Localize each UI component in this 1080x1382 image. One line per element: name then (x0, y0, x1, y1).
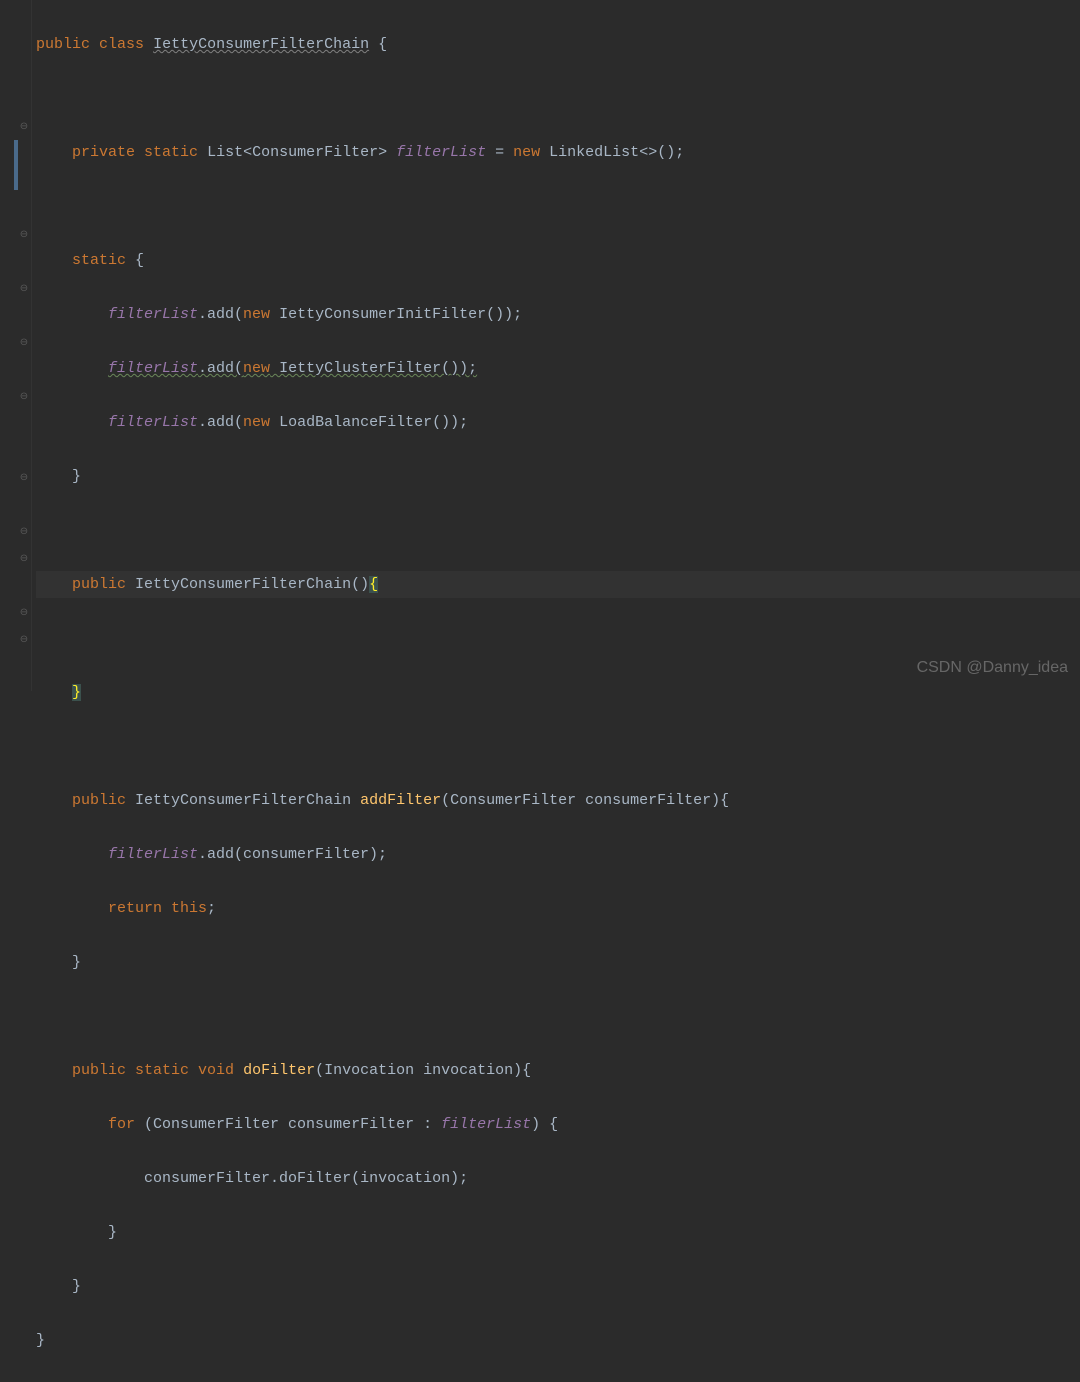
code-line-active[interactable]: public IettyConsumerFilterChain(){ (36, 571, 1080, 598)
fold-icon[interactable]: ⊖ (19, 230, 29, 240)
code-line[interactable]: filterList.add(new IettyClusterFilter())… (36, 355, 1080, 382)
watermark: CSDN @Danny_idea (917, 654, 1068, 681)
code-line[interactable]: filterList.add(consumerFilter); (36, 841, 1080, 868)
code-line[interactable]: consumerFilter.doFilter(invocation); (36, 1165, 1080, 1192)
code-content[interactable]: public class IettyConsumerFilterChain { … (32, 0, 1080, 691)
code-line[interactable]: public static void doFilter(Invocation i… (36, 1057, 1080, 1084)
fold-icon[interactable]: ⊖ (19, 284, 29, 294)
fold-icon[interactable]: ⊖ (19, 635, 29, 645)
code-line[interactable]: public IettyConsumerFilterChain addFilte… (36, 787, 1080, 814)
fold-icon[interactable]: ⊖ (19, 392, 29, 402)
code-line[interactable]: filterList.add(new LoadBalanceFilter()); (36, 409, 1080, 436)
code-line[interactable]: private static List<ConsumerFilter> filt… (36, 139, 1080, 166)
code-line[interactable]: } (36, 679, 1080, 706)
code-line[interactable]: for (ConsumerFilter consumerFilter : fil… (36, 1111, 1080, 1138)
fold-icon[interactable]: ⊖ (19, 473, 29, 483)
fold-icon[interactable]: ⊖ (19, 527, 29, 537)
code-line[interactable]: } (36, 1219, 1080, 1246)
fold-icon[interactable]: ⊖ (19, 554, 29, 564)
change-marker (14, 140, 18, 190)
code-line[interactable]: public class IettyConsumerFilterChain { (36, 31, 1080, 58)
code-line[interactable] (36, 517, 1080, 544)
fold-icon[interactable]: ⊖ (19, 608, 29, 618)
code-line[interactable] (36, 733, 1080, 760)
code-line[interactable]: return this; (36, 895, 1080, 922)
code-line[interactable] (36, 625, 1080, 652)
editor-gutter: ⊖ ⊖ ⊖ ⊖ ⊖ ⊖ ⊖ ⊖ ⊖ ⊖ (0, 0, 32, 691)
code-line[interactable]: filterList.add(new IettyConsumerInitFilt… (36, 301, 1080, 328)
code-line[interactable]: } (36, 463, 1080, 490)
code-line[interactable]: static { (36, 247, 1080, 274)
fold-icon[interactable]: ⊖ (19, 122, 29, 132)
code-editor[interactable]: ⊖ ⊖ ⊖ ⊖ ⊖ ⊖ ⊖ ⊖ ⊖ ⊖ public class IettyCo… (0, 0, 1080, 691)
code-line[interactable] (36, 1003, 1080, 1030)
code-line[interactable]: } (36, 949, 1080, 976)
fold-icon[interactable]: ⊖ (19, 338, 29, 348)
code-line[interactable]: } (36, 1273, 1080, 1300)
code-line[interactable]: } (36, 1327, 1080, 1354)
code-line[interactable] (36, 85, 1080, 112)
code-line[interactable] (36, 193, 1080, 220)
